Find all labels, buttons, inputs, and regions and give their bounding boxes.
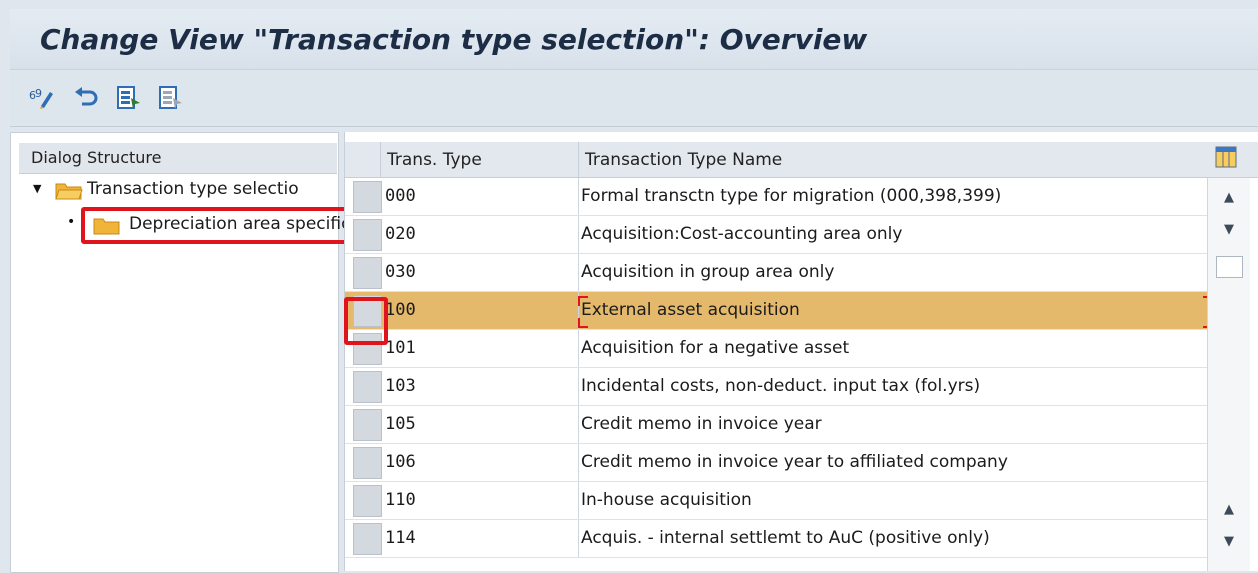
cell-separator xyxy=(578,216,579,253)
cell-separator xyxy=(578,330,579,367)
scroll-page-down-icon[interactable]: ▼ xyxy=(1219,534,1239,554)
scroll-page-up-icon[interactable]: ▲ xyxy=(1219,502,1239,522)
table-row[interactable]: 103 Incidental costs, non-deduct. input … xyxy=(345,368,1207,406)
transaction-type-name-cell: Acquis. - internal settlemt to AuC (posi… xyxy=(581,528,990,548)
table-row[interactable]: 101 Acquisition for a negative asset xyxy=(345,330,1207,368)
trans-type-cell: 030 xyxy=(385,262,416,282)
transaction-type-name-cell: Acquisition in group area only xyxy=(581,262,835,282)
table-header: Trans. Type Transaction Type Name xyxy=(345,142,1258,178)
dialog-structure-header: Dialog Structure xyxy=(19,143,337,174)
row-selector[interactable] xyxy=(353,181,382,213)
row-selector[interactable] xyxy=(353,447,382,479)
scroll-thumb[interactable] xyxy=(1216,256,1243,278)
focus-corner xyxy=(578,296,588,306)
dialog-structure-panel: Dialog Structure ▼ Transaction type sele… xyxy=(10,132,393,573)
trans-type-cell: 000 xyxy=(385,186,416,206)
cell-separator xyxy=(578,368,579,405)
table-row[interactable]: 000 Formal transctn type for migration (… xyxy=(345,178,1207,216)
transaction-type-name-cell: Credit memo in invoice year to affiliate… xyxy=(581,452,1008,472)
row-selector[interactable] xyxy=(353,257,382,289)
transaction-type-name-cell: Acquisition:Cost-accounting area only xyxy=(581,224,903,244)
bullet-icon: • xyxy=(67,214,76,230)
display-change-icon[interactable]: 69 xyxy=(28,84,56,112)
cell-separator xyxy=(578,406,579,443)
column-header-transaction-type-name[interactable]: Transaction Type Name xyxy=(585,150,782,170)
svg-text:9: 9 xyxy=(35,87,42,100)
undo-icon[interactable] xyxy=(72,84,100,112)
highlight-box-row-selector xyxy=(344,297,388,345)
transaction-type-name-cell: Formal transctn type for migration (000,… xyxy=(581,186,1002,206)
table-row[interactable]: 030 Acquisition in group area only xyxy=(345,254,1207,292)
table-row[interactable]: 114 Acquis. - internal settlemt to AuC (… xyxy=(345,520,1207,558)
vertical-scrollbar[interactable]: ▲ ▼ ▲ ▼ xyxy=(1207,178,1250,571)
toolbar: 69 xyxy=(10,70,1258,127)
trans-type-cell: 105 xyxy=(385,414,416,434)
transaction-type-name-cell: Credit memo in invoice year xyxy=(581,414,822,434)
table-row[interactable]: 106 Credit memo in invoice year to affil… xyxy=(345,444,1207,482)
trans-type-cell: 101 xyxy=(385,338,416,358)
tree-item-transaction-type-selection[interactable]: ▼ Transaction type selectio xyxy=(31,175,341,205)
title-bar: Change View "Transaction type selection"… xyxy=(10,9,1258,70)
trans-type-cell: 103 xyxy=(385,376,416,396)
row-selector[interactable] xyxy=(353,371,382,403)
trans-type-cell: 106 xyxy=(385,452,416,472)
cell-separator xyxy=(578,482,579,519)
trans-type-cell: 114 xyxy=(385,528,416,548)
transaction-type-table: Trans. Type Transaction Type Name 000 Fo… xyxy=(344,132,1258,571)
cell-separator xyxy=(578,254,579,291)
select-all-icon[interactable] xyxy=(114,84,142,112)
scroll-down-icon[interactable]: ▼ xyxy=(1219,222,1239,242)
table-row[interactable]: 110 In-house acquisition xyxy=(345,482,1207,520)
focus-corner xyxy=(578,318,588,328)
dialog-structure-title: Dialog Structure xyxy=(31,148,162,167)
trans-type-cell: 110 xyxy=(385,490,416,510)
tree-item-label: Transaction type selectio xyxy=(87,179,299,199)
cell-separator xyxy=(578,520,579,557)
transaction-type-name-cell: In-house acquisition xyxy=(581,490,752,510)
row-selector[interactable] xyxy=(353,219,382,251)
open-folder-icon xyxy=(55,183,83,200)
row-selector[interactable] xyxy=(353,485,382,517)
scroll-up-icon[interactable]: ▲ xyxy=(1219,190,1239,210)
column-separator xyxy=(578,142,579,177)
trans-type-cell: 020 xyxy=(385,224,416,244)
row-selector[interactable] xyxy=(353,409,382,441)
transaction-type-name-cell: Acquisition for a negative asset xyxy=(581,338,850,358)
page-title: Change View "Transaction type selection"… xyxy=(40,23,868,56)
transaction-type-name-cell: External asset acquisition xyxy=(581,300,800,320)
trans-type-cell: 100 xyxy=(385,300,416,320)
table-row[interactable]: 105 Credit memo in invoice year xyxy=(345,406,1207,444)
column-separator xyxy=(380,142,381,177)
table-row[interactable]: 020 Acquisition:Cost-accounting area onl… xyxy=(345,216,1207,254)
column-header-trans-type[interactable]: Trans. Type xyxy=(387,150,482,170)
transaction-type-name-cell: Incidental costs, non-deduct. input tax … xyxy=(581,376,981,396)
row-selector[interactable] xyxy=(353,523,382,555)
table-row-selected[interactable]: 100 External asset acquisition xyxy=(345,292,1213,330)
deselect-all-icon[interactable] xyxy=(156,84,184,112)
cell-separator xyxy=(578,444,579,481)
expand-arrow-icon[interactable]: ▼ xyxy=(33,182,41,195)
cell-separator xyxy=(578,178,579,215)
table-settings-icon[interactable] xyxy=(1215,146,1237,168)
